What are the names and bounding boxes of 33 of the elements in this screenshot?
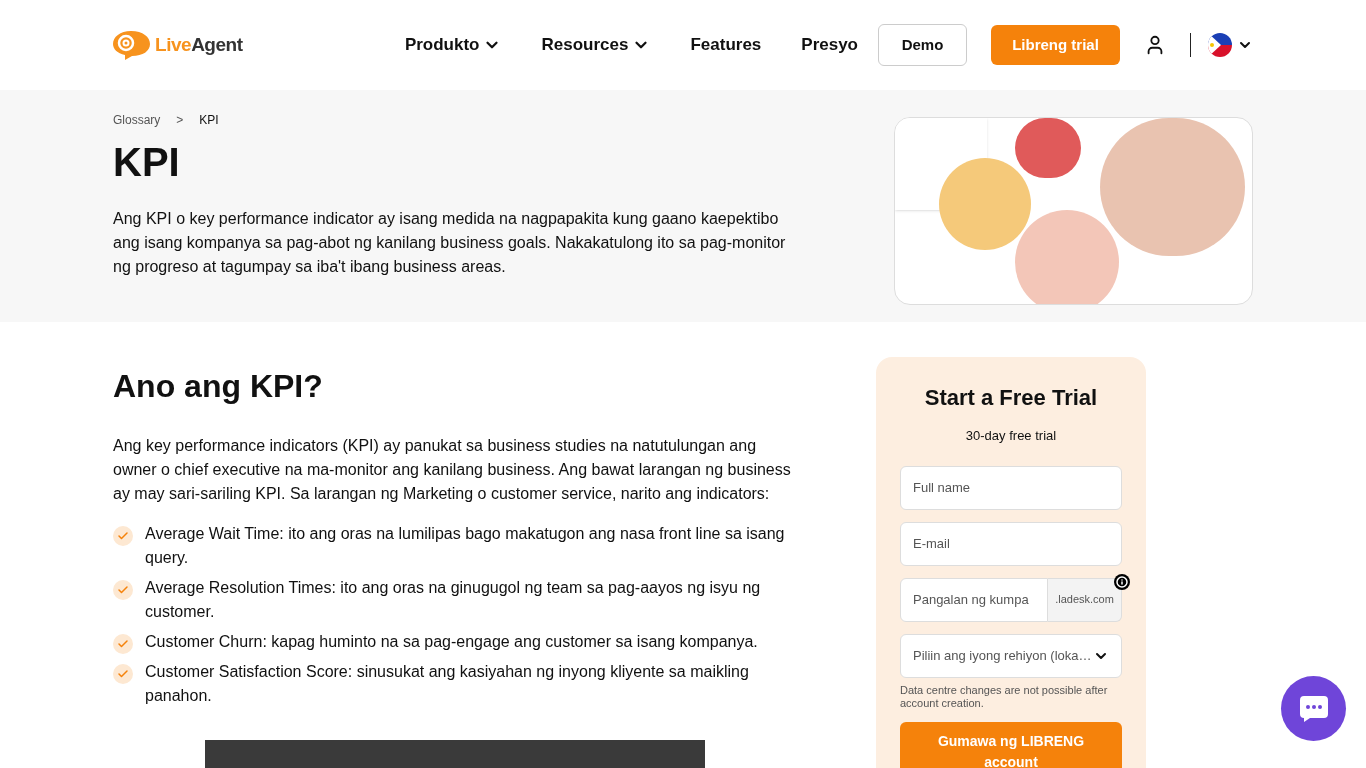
bullet-text: Average Resolution Times: ito ang oras na ginugugol ng team sa pag-aayos ng isyu ng customer. [145, 578, 762, 622]
check-icon [113, 580, 133, 600]
nav-link[interactable]: Presyo [801, 32, 858, 58]
chat-bubble-icon [1297, 693, 1330, 724]
company-input-field[interactable]: Pangalan ng kumpa [900, 577, 1048, 622]
form-title: Start a Free Trial [923, 384, 1099, 412]
region-select[interactable]: Piliin ang iyong rehiyon (loka… [900, 633, 1122, 678]
breadcrumb-current: KPI [199, 112, 219, 129]
check-icon [113, 526, 133, 546]
logo-wordmark[interactable]: LiveAgent [155, 30, 243, 60]
text-input-field[interactable]: E-mail [900, 521, 1122, 566]
text-input-field[interactable]: Full name [900, 465, 1122, 510]
info-icon[interactable] [1114, 573, 1130, 590]
bullet-text: Customer Churn: kapag huminto na sa pag-engage ang customer sa isang kompanya. [145, 632, 758, 652]
check-icon [113, 634, 133, 654]
bullet-text: Average Wait Time: ito ang oras na lumilipas bago makatugon ang nasa front line sa isang query. [145, 524, 786, 568]
bullet-text: Customer Satisfaction Score: sinusukat ang kasiyahan ng inyong kliyente sa maikling panahon. [145, 662, 750, 706]
form-subtitle: 30-day free trial [964, 427, 1058, 445]
nav-link[interactable]: Features [690, 32, 762, 58]
domain-suffix: .ladesk.com [1048, 577, 1122, 622]
nav-link[interactable]: Produkto [404, 32, 502, 58]
breadcrumb-link[interactable]: Glossary [113, 111, 161, 129]
breadcrumb-separator: > [176, 112, 184, 129]
logo-speech-bubble-icon [113, 29, 151, 61]
body-paragraph: Ang key performance indicators (KPI) ay panukat sa business studies na natutulungan ang owner o chief executive na ma-monitor ang kanilang business. Ang bawat larangan ng business ay may sari-sariling KPI. Sa larangan ng Marketing o customer service, narito ang indicators: [113, 436, 792, 504]
page-title: KPI [113, 139, 181, 186]
intro-paragraph: Ang KPI o key performance indicator ay isang medida na nagpapakita kung gaano kaepektibo ang isang kompanya sa pag-abot ng kanilang business goals. Nakakatulong ito sa pag-monitor ng progreso at tagumpay sa iba't ibang business areas. [113, 209, 787, 277]
demo-button[interactable]: Demo [878, 24, 967, 66]
flag-icon[interactable] [1207, 32, 1233, 58]
check-icon [113, 664, 133, 684]
nav-link[interactable]: Resources [541, 32, 651, 58]
form-note: Data centre changes are not possible after account creation. [900, 683, 1109, 710]
section-heading: Ano ang KPI? [113, 367, 324, 406]
